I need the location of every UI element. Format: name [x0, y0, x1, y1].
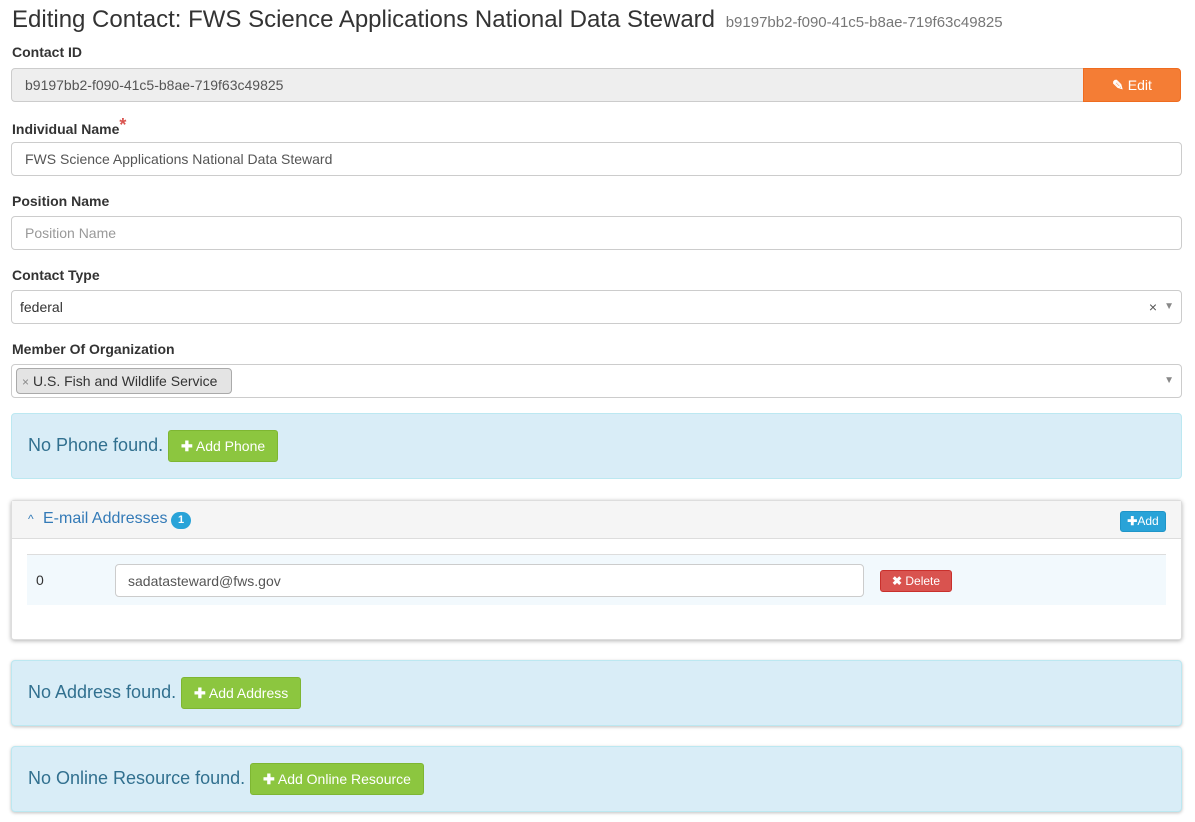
- email-count-badge: 1: [171, 512, 191, 529]
- member-of-organization-select[interactable]: × U.S. Fish and Wildlife Service ▼: [11, 364, 1182, 398]
- contact-type-select[interactable]: federal × ▼: [11, 290, 1182, 324]
- individual-name-label: Individual Name*: [12, 115, 127, 139]
- position-name-input[interactable]: [11, 216, 1182, 250]
- edit-button-label: Edit: [1127, 77, 1152, 93]
- dropdown-caret-icon[interactable]: ▼: [1164, 365, 1174, 397]
- plus-icon: ✚: [263, 771, 275, 787]
- position-name-label: Position Name: [12, 193, 110, 209]
- add-online-resource-button[interactable]: ✚ Add Online Resource: [250, 763, 424, 795]
- add-email-label: Add: [1137, 514, 1159, 528]
- delete-email-label: Delete: [905, 574, 941, 588]
- contact-id-label: Contact ID: [12, 44, 82, 60]
- organization-tag-label: U.S. Fish and Wildlife Service: [33, 373, 218, 389]
- email-addresses-panel: ^ E-mail Addresses 1 ✚Add 0 ✖ Delete: [11, 500, 1182, 640]
- organization-tag: × U.S. Fish and Wildlife Service: [16, 368, 233, 394]
- online-resource-panel: No Online Resource found. ✚ Add Online R…: [11, 746, 1182, 812]
- email-panel-title[interactable]: E-mail Addresses: [43, 510, 168, 528]
- add-address-button[interactable]: ✚ Add Address: [181, 677, 302, 709]
- email-row: 0 ✖ Delete: [27, 554, 1166, 605]
- contact-id-subtitle: b9197bb2-f090-41c5-b8ae-719f63c49825: [725, 14, 1003, 31]
- email-panel-header[interactable]: ^ E-mail Addresses 1 ✚Add: [12, 501, 1181, 539]
- individual-name-label-text: Individual Name: [12, 121, 120, 137]
- no-online-resource-message: No Online Resource found.: [28, 768, 246, 788]
- remove-tag-icon[interactable]: ×: [22, 375, 29, 389]
- contact-type-value: federal: [20, 299, 63, 315]
- add-address-label: Add Address: [208, 685, 289, 701]
- plus-icon: ✚: [181, 438, 193, 454]
- pencil-icon: ✎: [1112, 77, 1124, 93]
- individual-name-input[interactable]: [11, 142, 1182, 176]
- delete-email-button[interactable]: ✖ Delete: [880, 570, 952, 592]
- edit-contact-id-button[interactable]: ✎ Edit: [1083, 68, 1181, 102]
- email-row-index: 0: [36, 572, 44, 588]
- clear-selection-icon[interactable]: ×: [1149, 291, 1157, 323]
- address-panel: No Address found. ✚ Add Address: [11, 660, 1182, 726]
- times-icon: ✖: [891, 574, 903, 588]
- contact-type-label: Contact Type: [12, 267, 100, 283]
- add-phone-button[interactable]: ✚ Add Phone: [168, 430, 279, 462]
- plus-icon: ✚: [194, 685, 206, 701]
- add-phone-label: Add Phone: [195, 438, 266, 454]
- plus-icon: ✚: [1127, 514, 1138, 528]
- required-asterisk: *: [119, 115, 127, 135]
- page-title: Editing Contact: FWS Science Application…: [12, 6, 1003, 34]
- phone-panel: No Phone found. ✚ Add Phone: [11, 413, 1182, 479]
- no-phone-message: No Phone found.: [28, 435, 164, 455]
- email-input[interactable]: [115, 564, 864, 597]
- chevron-up-icon[interactable]: ^: [28, 512, 34, 526]
- no-address-message: No Address found.: [28, 682, 177, 702]
- add-online-resource-label: Add Online Resource: [277, 771, 411, 787]
- contact-id-field: [11, 68, 1084, 102]
- dropdown-caret-icon[interactable]: ▼: [1164, 291, 1174, 323]
- add-email-button[interactable]: ✚Add: [1120, 511, 1166, 532]
- member-of-organization-label: Member Of Organization: [12, 341, 175, 357]
- page-title-text: Editing Contact: FWS Science Application…: [12, 6, 716, 33]
